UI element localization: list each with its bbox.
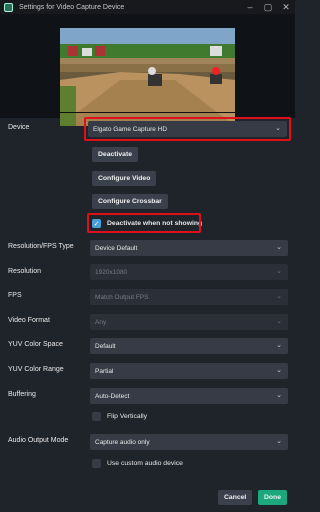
dialog-footer: Cancel Done xyxy=(0,484,295,512)
fps-label: FPS xyxy=(8,292,22,299)
audio-output-mode-select[interactable]: Capture audio only ⌄ xyxy=(90,434,288,450)
yuv-color-range-value: Partial xyxy=(95,367,114,375)
yuv-color-space-select[interactable]: Default ⌄ xyxy=(90,338,288,354)
audio-output-mode-label: Audio Output Mode xyxy=(8,437,69,444)
highlight-deactivate-checkbox xyxy=(87,213,201,233)
use-custom-audio-device-checkbox[interactable] xyxy=(92,459,101,468)
app-icon xyxy=(4,2,13,12)
configure-video-button[interactable]: Configure Video xyxy=(92,171,157,186)
use-custom-audio-device-row[interactable]: Use custom audio device xyxy=(92,459,183,468)
video-format-value: Any xyxy=(95,318,107,326)
maximize-icon[interactable]: ▢ xyxy=(263,2,273,12)
video-format-select: Any ⌄ xyxy=(90,314,288,330)
chevron-down-icon: ⌄ xyxy=(276,244,282,251)
flip-vertically-row[interactable]: Flip Vertically xyxy=(92,412,147,421)
flip-vertically-label: Flip Vertically xyxy=(107,413,148,420)
resolution-select: 1920x1080 ⌄ xyxy=(90,264,288,280)
chevron-down-icon: ⌄ xyxy=(276,293,282,300)
chevron-down-icon: ⌄ xyxy=(276,367,282,374)
resolution-fps-type-select[interactable]: Device Default ⌄ xyxy=(90,240,288,256)
use-custom-audio-device-label: Use custom audio device xyxy=(107,460,183,467)
buffering-label: Buffering xyxy=(8,391,36,398)
preview-area xyxy=(0,14,295,126)
window-controls: – ▢ ✕ xyxy=(245,2,291,12)
chevron-down-icon: ⌄ xyxy=(276,438,282,445)
close-icon[interactable]: ✕ xyxy=(281,2,291,12)
fps-value: Match Output FPS xyxy=(95,293,149,301)
device-label: Device xyxy=(8,124,30,131)
resolution-fps-type-value: Device Default xyxy=(95,244,138,252)
window-titlebar: Settings for Video Capture Device – ▢ ✕ xyxy=(0,0,295,14)
resolution-label: Resolution xyxy=(8,268,42,275)
yuv-color-space-value: Default xyxy=(95,342,116,350)
yuv-color-space-label: YUV Color Space xyxy=(8,341,63,348)
chevron-down-icon: ⌄ xyxy=(276,392,282,399)
buffering-select[interactable]: Auto-Detect ⌄ xyxy=(90,388,288,404)
cancel-button[interactable]: Cancel xyxy=(218,490,253,505)
yuv-color-range-select[interactable]: Partial ⌄ xyxy=(90,363,288,379)
chevron-down-icon: ⌄ xyxy=(276,318,282,325)
fps-select: Match Output FPS ⌄ xyxy=(90,289,288,305)
resolution-fps-type-label: Resolution/FPS Type xyxy=(8,243,74,250)
chevron-down-icon: ⌄ xyxy=(276,342,282,349)
minimize-icon[interactable]: – xyxy=(245,2,255,12)
buffering-value: Auto-Detect xyxy=(95,392,130,400)
highlight-device xyxy=(84,117,291,141)
configure-crossbar-button[interactable]: Configure Crossbar xyxy=(92,194,168,209)
yuv-color-range-label: YUV Color Range xyxy=(8,366,64,373)
resolution-value: 1920x1080 xyxy=(95,268,128,276)
chevron-down-icon: ⌄ xyxy=(276,268,282,275)
divider xyxy=(0,112,295,113)
flip-vertically-checkbox[interactable] xyxy=(92,412,101,421)
deactivate-button[interactable]: Deactivate xyxy=(92,147,139,162)
audio-output-mode-value: Capture audio only xyxy=(95,438,150,446)
window-title: Settings for Video Capture Device xyxy=(19,3,125,11)
done-button[interactable]: Done xyxy=(258,490,287,505)
video-format-label: Video Format xyxy=(8,317,50,324)
